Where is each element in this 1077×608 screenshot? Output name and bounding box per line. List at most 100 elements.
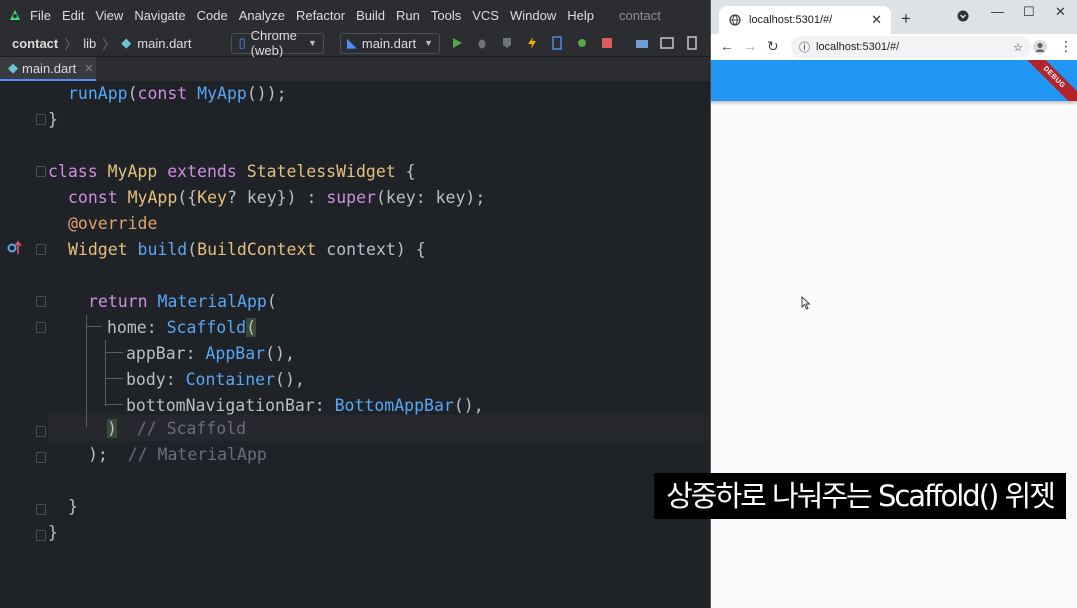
- code-line: ); // MaterialApp: [88, 445, 267, 464]
- device-selector[interactable]: ▯ Chrome (web) ▼: [231, 28, 324, 58]
- toolbar-actions: [450, 36, 710, 50]
- device-manager-icon[interactable]: [685, 36, 699, 50]
- indent-guide: [105, 352, 123, 353]
- minimize-icon[interactable]: —: [991, 4, 1004, 19]
- menu-help[interactable]: Help: [567, 8, 594, 23]
- tab-search-icon[interactable]: [957, 10, 969, 22]
- flutter-appbar: DEBUG: [711, 60, 1077, 101]
- layout-inspector-icon[interactable]: [660, 36, 674, 50]
- menu-run[interactable]: Run: [396, 8, 420, 23]
- chevron-right-icon: 〉: [64, 36, 78, 52]
- code-line: class MyApp extends StatelessWidget {: [48, 162, 416, 181]
- fold-marker-icon[interactable]: [36, 322, 46, 333]
- dropdown-arrow-icon: ▼: [307, 38, 317, 48]
- indent-guide: [105, 404, 123, 405]
- indent-guide: [86, 315, 87, 427]
- device-file-icon[interactable]: [550, 36, 564, 50]
- ide-window: File Edit View Navigate Code Analyze Ref…: [0, 0, 710, 608]
- menu-view[interactable]: View: [95, 8, 123, 23]
- reload-icon[interactable]: ↻: [767, 38, 779, 55]
- run-config-selector[interactable]: ◣ main.dart ▼: [339, 32, 440, 54]
- menu-window[interactable]: Window: [510, 8, 556, 23]
- menu-analyze[interactable]: Analyze: [239, 8, 285, 23]
- code-line: Widget build(BuildContext context) {: [68, 240, 426, 259]
- fold-marker-icon[interactable]: [36, 426, 46, 437]
- code-line: home: Scaffold(: [107, 318, 257, 337]
- maximize-icon[interactable]: ☐: [1023, 4, 1035, 20]
- close-icon[interactable]: ✕: [84, 62, 93, 75]
- editor-tab-main-dart[interactable]: ◆ main.dart ✕: [0, 57, 96, 81]
- more-menu-icon[interactable]: ⋮: [1059, 38, 1073, 55]
- browser-tab[interactable]: localhost:5301/#/ ✕: [719, 6, 891, 34]
- fold-marker-icon[interactable]: [36, 114, 46, 125]
- chevron-right-icon: 〉: [102, 36, 116, 52]
- menu-tools[interactable]: Tools: [431, 8, 461, 23]
- phone-icon: ▯: [238, 35, 246, 50]
- browser-toolbar: ← → ↻ ⓘ localhost:5301/#/ ☆ ⋮: [711, 34, 1077, 60]
- breadcrumb-lib[interactable]: lib: [83, 36, 96, 51]
- stop-icon[interactable]: [600, 36, 614, 50]
- code-line: @override: [68, 214, 158, 233]
- code-line: appBar: AppBar(),: [126, 344, 295, 363]
- bookmark-star-icon[interactable]: ☆: [1013, 41, 1023, 54]
- dart-file-icon: ◆: [8, 60, 18, 75]
- fold-marker-icon[interactable]: [36, 504, 46, 515]
- video-subtitle: 상중하로 나눠주는 Scaffold() 위젯: [654, 473, 1066, 519]
- back-icon[interactable]: ←: [720, 38, 734, 54]
- menu-vcs[interactable]: VCS: [472, 8, 499, 23]
- fold-marker-icon[interactable]: [36, 452, 46, 463]
- window-close-icon[interactable]: ✕: [1055, 4, 1066, 20]
- breadcrumb-project[interactable]: contact: [12, 36, 58, 51]
- editor-tab-label: main.dart: [22, 60, 77, 76]
- main-toolbar: contact 〉 lib 〉 ◆ main.dart ▯ Chrome (we…: [0, 28, 710, 58]
- code-line: }: [48, 110, 58, 129]
- address-url: localhost:5301/#/: [816, 41, 900, 53]
- code-line: }: [68, 497, 78, 516]
- breadcrumb-file[interactable]: main.dart: [137, 36, 191, 51]
- indent-guide: [86, 326, 102, 327]
- new-tab-icon[interactable]: +: [901, 9, 911, 29]
- browser-tab-strip: localhost:5301/#/ ✕ + — ☐ ✕: [711, 0, 1077, 34]
- menu-build[interactable]: Build: [356, 8, 385, 23]
- menu-edit[interactable]: Edit: [62, 8, 84, 23]
- android-studio-logo: [10, 10, 20, 20]
- menu-navigate[interactable]: Navigate: [134, 8, 185, 23]
- coverage-icon[interactable]: [500, 36, 514, 50]
- editor-tab-bar: ◆ main.dart ✕: [0, 57, 710, 81]
- globe-icon: [729, 14, 741, 26]
- code-editor[interactable]: runApp(const MyApp()); } class MyApp ext…: [48, 81, 710, 608]
- fold-marker-icon[interactable]: [36, 166, 46, 177]
- mouse-cursor-icon: [801, 296, 811, 310]
- device-selector-label: Chrome (web): [250, 28, 297, 58]
- play-icon[interactable]: [450, 36, 464, 50]
- menu-file[interactable]: File: [30, 8, 51, 23]
- attach-debugger-icon[interactable]: [575, 36, 589, 50]
- fold-marker-icon[interactable]: [36, 244, 46, 255]
- menu-refactor[interactable]: Refactor: [296, 8, 345, 23]
- override-marker-icon[interactable]: [6, 240, 22, 256]
- forward-icon[interactable]: →: [743, 38, 757, 54]
- menu-code[interactable]: Code: [197, 8, 228, 23]
- code-line: body: Container(),: [126, 370, 305, 389]
- profile-avatar-icon[interactable]: [1033, 40, 1047, 54]
- info-icon[interactable]: ⓘ: [799, 39, 810, 55]
- editor-gutter: [0, 81, 48, 608]
- fold-marker-icon[interactable]: [36, 296, 46, 307]
- debug-banner: DEBUG: [1018, 60, 1077, 101]
- close-icon[interactable]: ✕: [871, 12, 882, 28]
- address-bar[interactable]: ⓘ localhost:5301/#/ ☆: [791, 36, 1031, 58]
- sdk-manager-icon[interactable]: [635, 36, 649, 50]
- bug-icon[interactable]: [475, 36, 489, 50]
- lightning-icon[interactable]: [525, 36, 539, 50]
- code-line: const MyApp({Key? key}) : super(key: key…: [68, 188, 486, 207]
- flutter-icon: ◣: [346, 35, 357, 50]
- fold-marker-icon[interactable]: [36, 530, 46, 541]
- run-config-label: main.dart: [361, 35, 417, 51]
- dropdown-arrow-icon: ▼: [424, 38, 433, 48]
- browser-tab-title: localhost:5301/#/: [749, 14, 833, 26]
- code-line: return MaterialApp(: [88, 292, 277, 311]
- dart-file-icon: ◆: [121, 35, 132, 50]
- menu-bar: File Edit View Navigate Code Analyze Ref…: [0, 0, 710, 30]
- code-line: }: [48, 523, 58, 542]
- project-title: contact: [618, 7, 661, 23]
